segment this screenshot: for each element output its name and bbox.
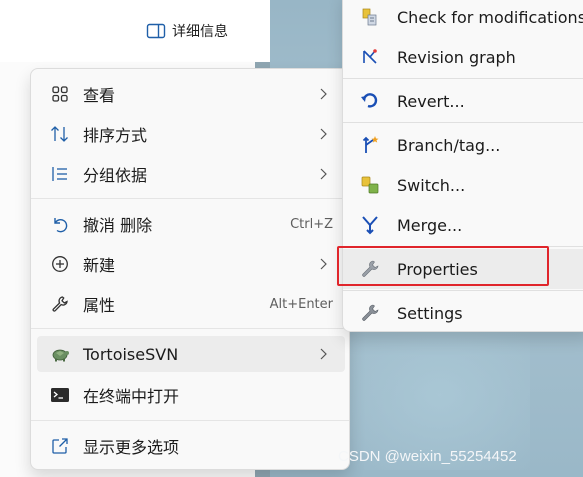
menu-item-label: TortoiseSVN: [83, 344, 179, 364]
submenu-item-revert[interactable]: Revert...: [343, 81, 583, 121]
menu-item-label: 查看: [83, 86, 116, 105]
menu-item-sort-by[interactable]: 排序方式: [37, 116, 345, 152]
share-out-icon: [50, 436, 70, 456]
chevron-right-icon: [320, 258, 327, 270]
revert-icon: [360, 91, 380, 111]
submenu-item-label: Switch...: [397, 175, 466, 195]
menu-item-properties[interactable]: 属性 Alt+Enter: [37, 286, 345, 322]
menu-divider: [31, 420, 349, 421]
plus-circle-icon: [50, 254, 70, 274]
menu-item-label: 新建: [83, 256, 116, 275]
chevron-right-icon: [320, 348, 327, 360]
chevron-right-icon: [320, 128, 327, 140]
details-pane-icon: [146, 23, 166, 39]
submenu-item-check-for-modifications[interactable]: Check for modifications: [343, 0, 583, 37]
list-group-icon: [50, 164, 70, 184]
submenu-divider: [343, 290, 583, 291]
branch-tag-icon: [360, 135, 380, 155]
menu-item-label: 撤消 删除: [83, 216, 153, 235]
shortcut-label: Ctrl+Z: [290, 216, 333, 232]
submenu-item-branch-tag[interactable]: Branch/tag...: [343, 125, 583, 165]
chevron-right-icon: [320, 88, 327, 100]
submenu-divider: [343, 122, 583, 123]
menu-item-label: 显示更多选项: [83, 438, 180, 457]
shortcut-label: Alt+Enter: [269, 296, 333, 312]
grid-icon: [50, 84, 70, 104]
submenu-item-switch[interactable]: Switch...: [343, 165, 583, 205]
menu-item-show-more-options[interactable]: 显示更多选项: [37, 428, 345, 464]
merge-icon: [360, 215, 380, 235]
menu-item-new[interactable]: 新建: [37, 246, 345, 282]
menu-item-label: 排序方式: [83, 126, 148, 145]
explorer-toolbar: 详细信息: [0, 0, 270, 63]
submenu-item-label: Settings: [397, 303, 463, 323]
menu-item-group-by[interactable]: 分组依据: [37, 156, 345, 192]
sort-arrows-icon: [50, 124, 70, 144]
menu-item-open-in-terminal[interactable]: 在终端中打开: [37, 377, 345, 413]
tortoise-icon: [50, 344, 70, 364]
menu-item-label: 在终端中打开: [83, 387, 180, 406]
submenu-item-label: Check for modifications: [397, 7, 583, 27]
menu-item-label: 属性: [83, 296, 116, 315]
submenu-item-label: Branch/tag...: [397, 135, 501, 155]
terminal-icon: [50, 385, 70, 405]
submenu-divider: [343, 78, 583, 79]
submenu-item-label: Revert...: [397, 91, 465, 111]
wrench-icon: [50, 294, 70, 314]
revision-graph-icon: [360, 47, 380, 67]
switch-icon: [360, 175, 380, 195]
menu-divider: [31, 328, 349, 329]
details-pane-label: 详细信息: [172, 24, 228, 40]
submenu-item-revision-graph[interactable]: Revision graph: [343, 37, 583, 77]
watermark-text: CSDN @weixin_55254452: [338, 448, 517, 465]
submenu-item-label: Merge...: [397, 215, 463, 235]
submenu-item-label: Revision graph: [397, 47, 516, 67]
menu-item-label: 分组依据: [83, 166, 148, 185]
menu-item-undo-delete[interactable]: 撤消 删除 Ctrl+Z: [37, 206, 345, 242]
check-modifications-icon: [360, 7, 380, 27]
context-menu: 查看 排序方式 分组依据 撤消 删除 Ctrl+Z 新建 属性 Alt+Ente…: [30, 68, 350, 470]
menu-item-view[interactable]: 查看: [37, 76, 345, 112]
menu-item-tortoisesvn[interactable]: TortoiseSVN: [37, 336, 345, 372]
menu-divider: [31, 198, 349, 199]
submenu-item-settings[interactable]: Settings: [343, 293, 583, 333]
annotation-highlight-box: [337, 246, 549, 286]
details-pane-button[interactable]: 详细信息: [146, 20, 228, 42]
settings-wrench-icon: [360, 303, 380, 323]
undo-icon: [50, 214, 70, 234]
submenu-item-merge[interactable]: Merge...: [343, 205, 583, 245]
chevron-right-icon: [320, 168, 327, 180]
